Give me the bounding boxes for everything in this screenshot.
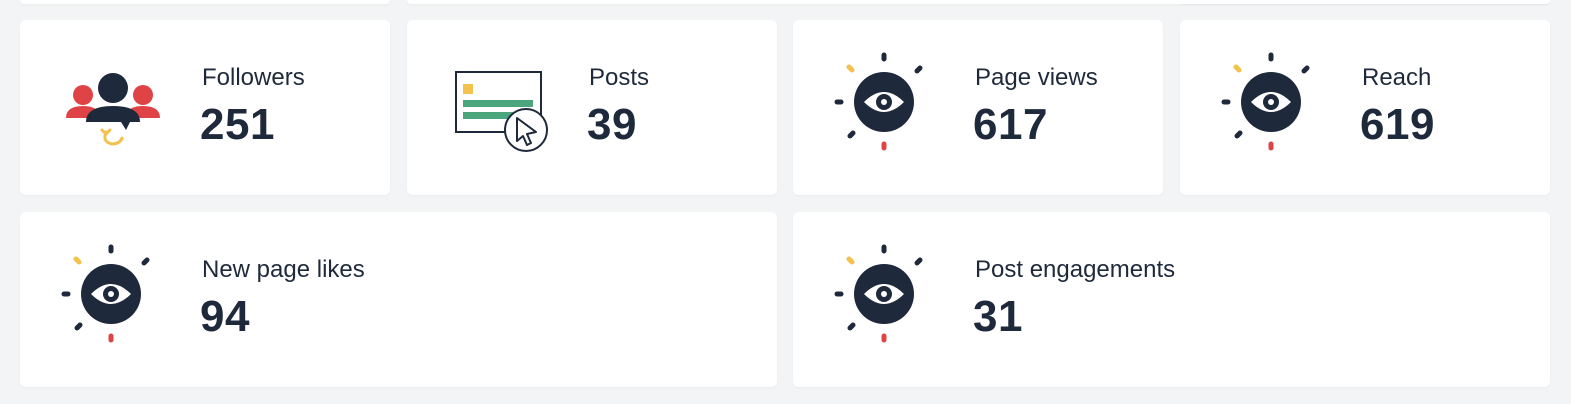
metric-label: Posts	[589, 64, 650, 91]
metric-card-posts: Posts 39	[407, 20, 777, 195]
metric-card-new-page-likes: New page likes 94	[20, 212, 777, 387]
metric-value: 31	[973, 292, 1023, 341]
metric-value: 619	[1360, 100, 1435, 149]
metric-card-followers: Followers 251	[20, 20, 390, 195]
metric-label: Page views	[975, 64, 1098, 91]
card-stub	[1180, 0, 1550, 4]
metric-card-post-engagements: Post engagements 31	[793, 212, 1550, 387]
metric-label: Followers	[202, 64, 305, 91]
metric-value: 617	[973, 100, 1048, 149]
metric-card-reach: Reach 619	[1180, 20, 1550, 195]
eye-icon	[833, 50, 937, 154]
metric-label: New page likes	[202, 256, 365, 283]
card-stub	[20, 0, 390, 4]
metric-value: 94	[200, 292, 250, 341]
metric-label: Post engagements	[975, 256, 1176, 283]
metric-value: 251	[200, 100, 275, 149]
posts-icon	[447, 50, 551, 154]
metric-card-page-views: Page views 617	[793, 20, 1163, 195]
followers-icon	[60, 50, 164, 154]
metric-label: Reach	[1362, 64, 1432, 91]
metric-value: 39	[587, 100, 637, 149]
eye-icon	[1220, 50, 1324, 154]
eye-icon	[60, 242, 164, 346]
eye-icon	[833, 242, 937, 346]
